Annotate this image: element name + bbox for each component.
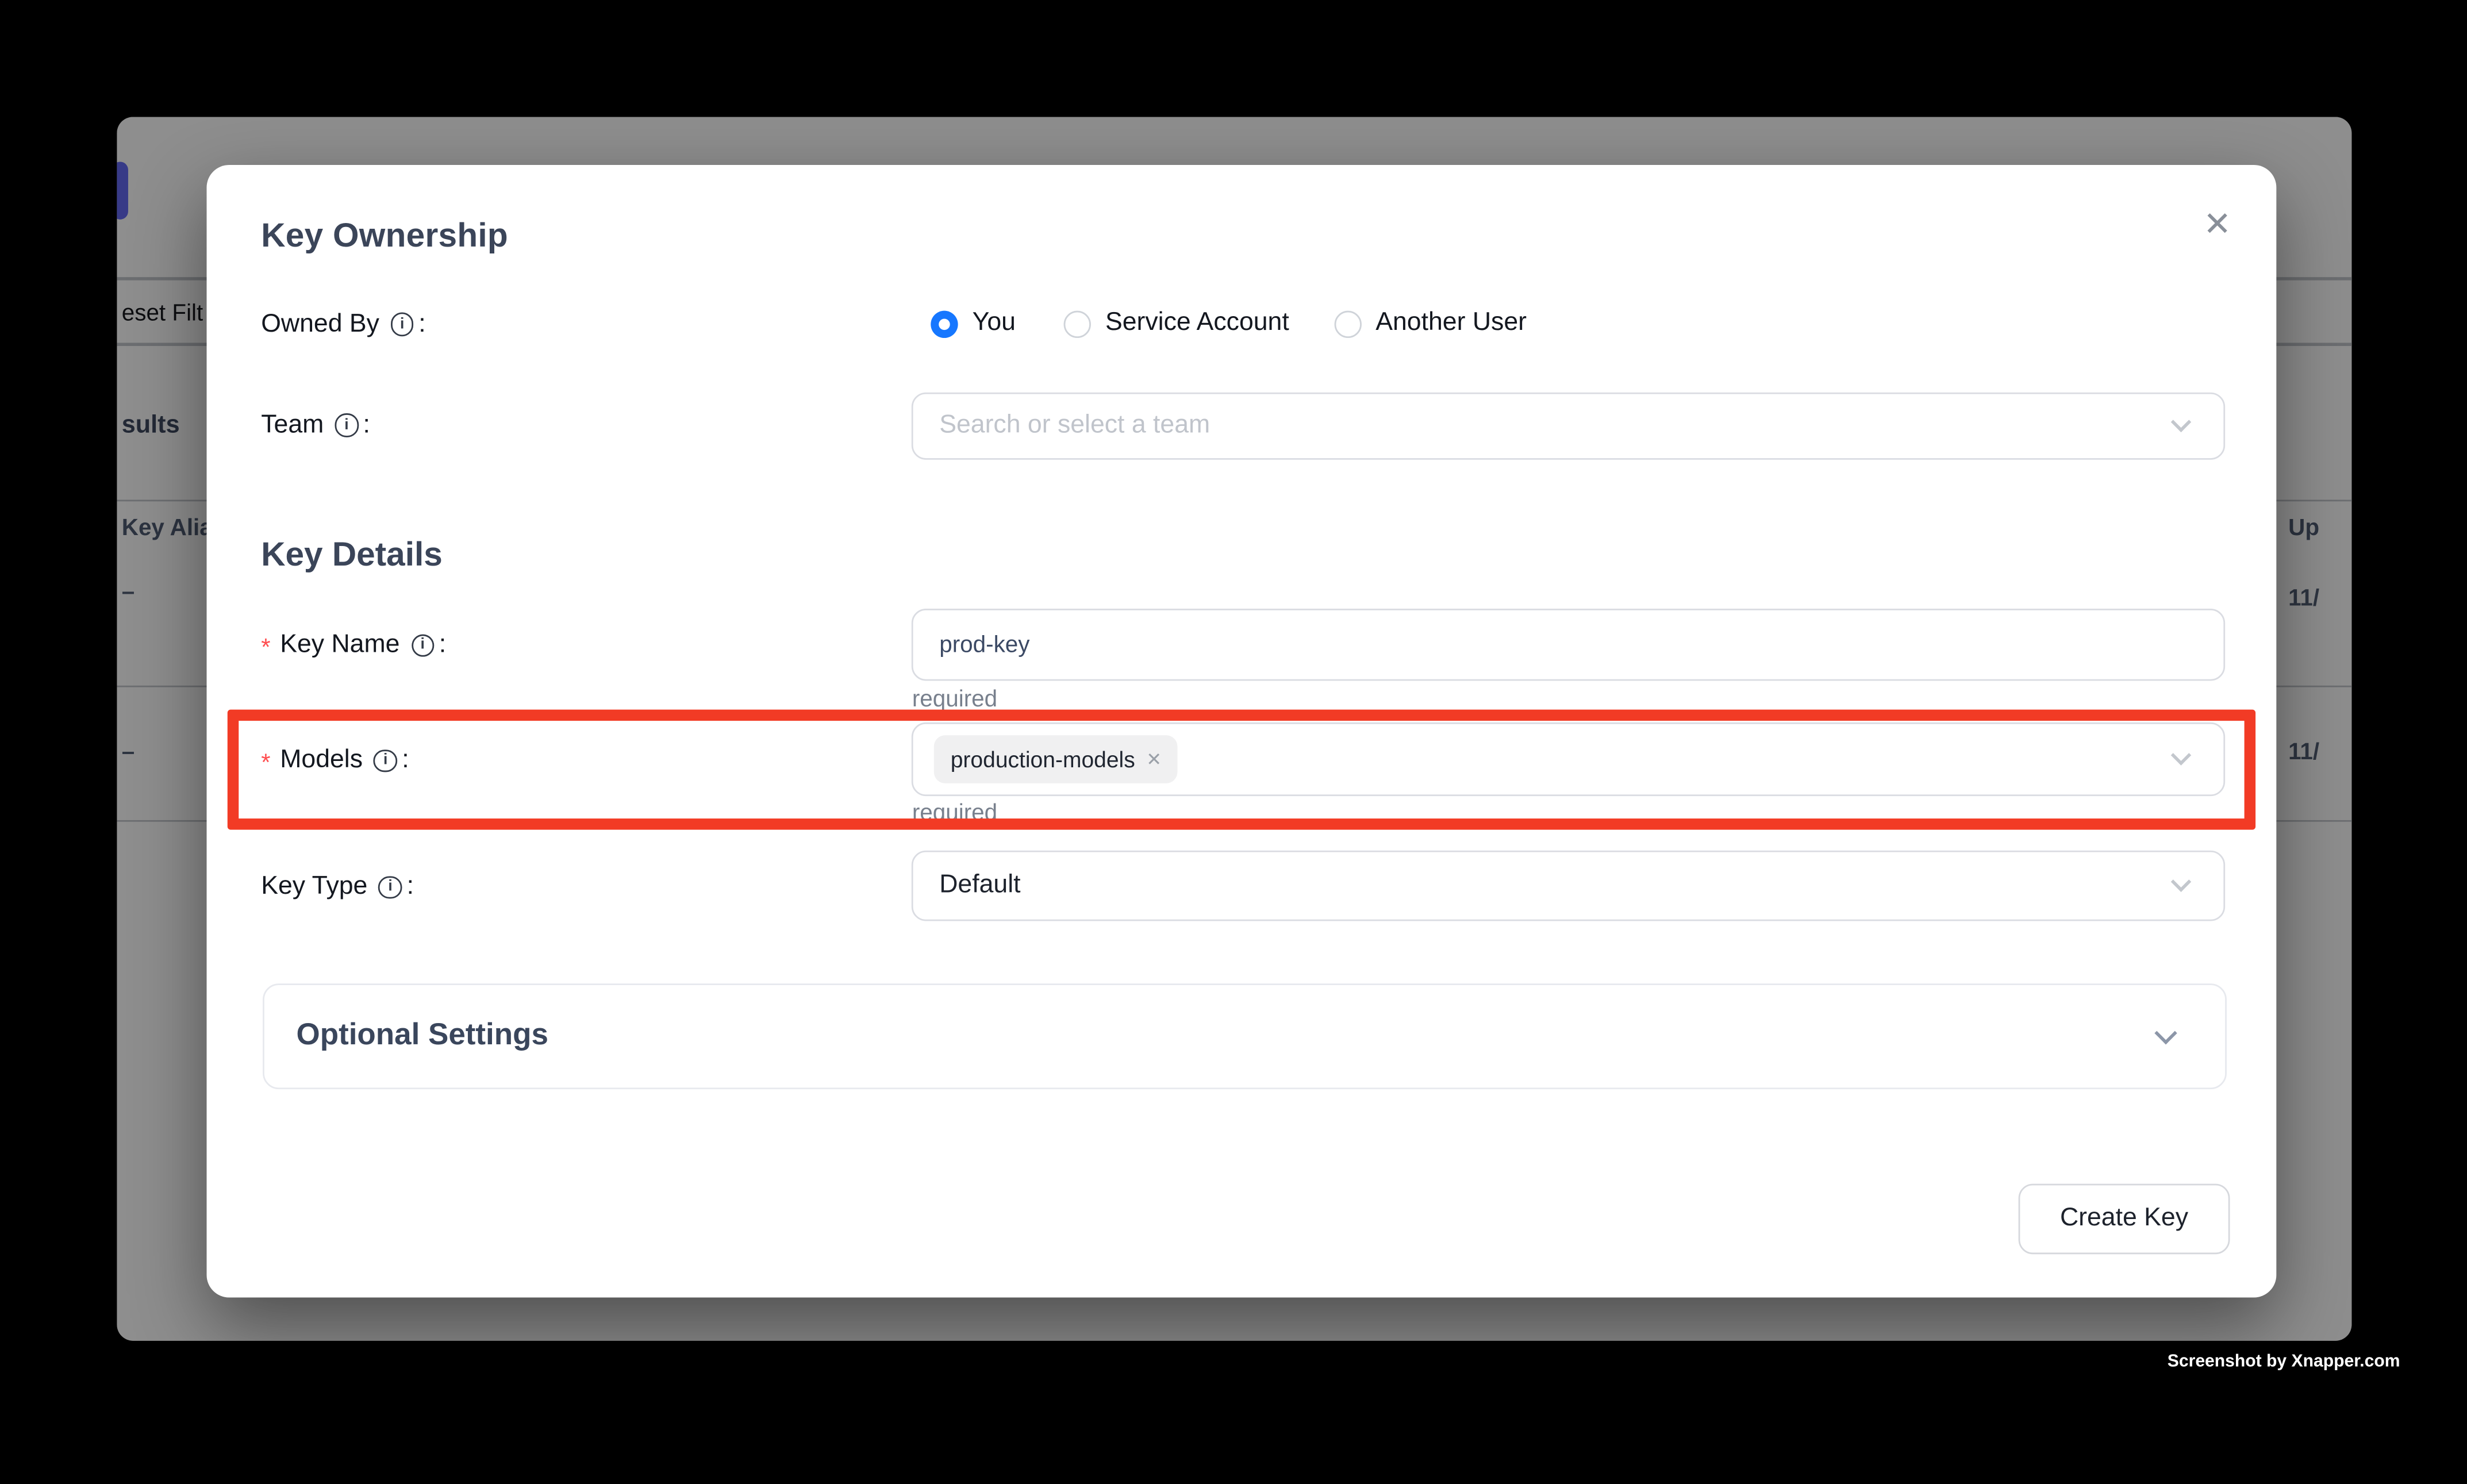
required-asterisk: * xyxy=(261,633,270,660)
model-tag-label: production-models xyxy=(951,747,1135,772)
optional-settings-expander[interactable]: Optional Settings xyxy=(263,983,2227,1089)
key-name-value: prod-key xyxy=(914,632,1030,658)
info-icon[interactable]: i xyxy=(390,313,413,336)
info-icon[interactable]: i xyxy=(335,414,358,437)
key-type-label: Key Type i : xyxy=(261,873,414,902)
team-label: Team i : xyxy=(261,411,370,440)
chevron-down-icon xyxy=(2172,412,2192,432)
modal-title: Key Ownership xyxy=(261,218,508,256)
models-label-text: Models xyxy=(280,747,363,775)
key-name-required-hint: required xyxy=(912,687,997,713)
key-ownership-modal: Key Ownership ✕ Owned By i : You Service… xyxy=(207,165,2277,1297)
chevron-down-icon xyxy=(2154,1022,2177,1044)
team-select-placeholder: Search or select a team xyxy=(914,412,1211,440)
models-required-hint: required xyxy=(912,801,997,827)
radio-label: Service Account xyxy=(1105,309,1289,338)
close-icon[interactable]: ✕ xyxy=(2193,200,2242,248)
radio-option-another-user[interactable]: Another User xyxy=(1334,309,1527,338)
stage: eset Filt sults Key Alia – – Up 11/ 11/ … xyxy=(0,0,2467,1484)
key-type-label-text: Key Type xyxy=(261,873,367,902)
info-icon[interactable]: i xyxy=(411,634,434,657)
radio-unselected-icon[interactable] xyxy=(1334,310,1361,337)
optional-settings-title: Optional Settings xyxy=(297,1019,548,1054)
radio-option-service-account[interactable]: Service Account xyxy=(1064,309,1289,338)
team-label-text: Team xyxy=(261,411,324,440)
key-type-select[interactable]: Default xyxy=(912,851,2226,921)
owned-by-label-text: Owned By xyxy=(261,310,379,339)
required-asterisk: * xyxy=(261,749,270,776)
info-icon[interactable]: i xyxy=(374,749,397,772)
models-label: * Models i : xyxy=(261,747,409,775)
key-name-label-text: Key Name xyxy=(280,631,399,660)
label-colon: : xyxy=(402,747,409,775)
info-icon[interactable]: i xyxy=(379,876,402,899)
radio-option-you[interactable]: You xyxy=(931,309,1016,338)
owned-by-label: Owned By i : xyxy=(261,310,425,339)
key-name-input[interactable]: prod-key xyxy=(912,609,2226,681)
label-colon: : xyxy=(407,873,414,902)
chevron-down-icon xyxy=(2172,745,2192,765)
chevron-down-icon xyxy=(2172,872,2192,892)
owned-by-radio-group: You Service Account Another User xyxy=(931,309,1527,338)
key-type-value: Default xyxy=(914,871,1021,900)
radio-unselected-icon[interactable] xyxy=(1064,310,1091,337)
radio-label: Another User xyxy=(1375,309,1527,338)
radio-label: You xyxy=(973,309,1016,338)
key-details-heading: Key Details xyxy=(261,537,443,575)
radio-selected-icon[interactable] xyxy=(931,310,958,337)
watermark-text: Screenshot by Xnapper.com xyxy=(2168,1352,2400,1371)
key-name-label: * Key Name i : xyxy=(261,631,446,660)
models-select[interactable]: production-models ✕ xyxy=(912,722,2226,796)
label-colon: : xyxy=(439,631,446,660)
team-select[interactable]: Search or select a team xyxy=(912,393,2226,460)
model-tag-production-models: production-models ✕ xyxy=(935,735,1178,783)
label-colon: : xyxy=(363,411,370,440)
tag-remove-icon[interactable]: ✕ xyxy=(1146,748,1162,771)
create-key-button[interactable]: Create Key xyxy=(2019,1184,2230,1255)
label-colon: : xyxy=(418,310,425,339)
